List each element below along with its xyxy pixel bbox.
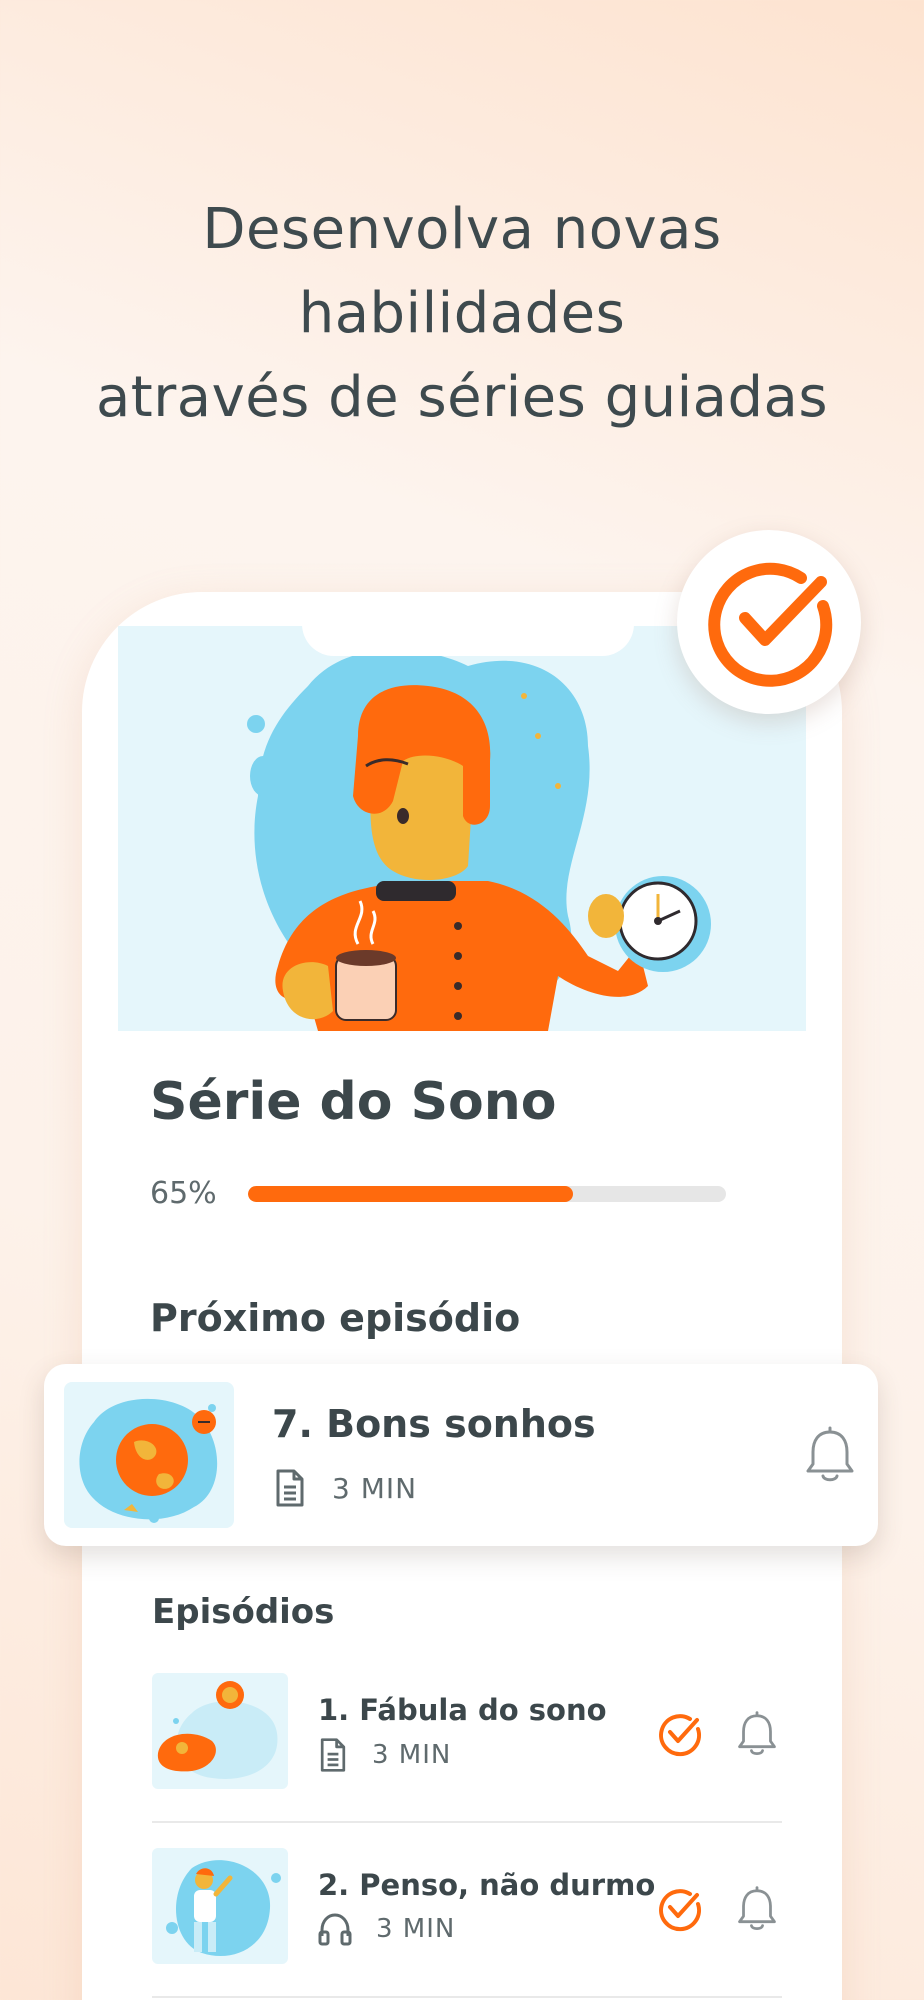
headline-line-2: habilidades [298,281,626,346]
headline-line-3: através de séries guiadas [95,365,829,430]
headline-line-1: Desenvolva novas [202,197,722,262]
episode-title: 2. Penso, não durmo [318,1868,656,1902]
bell-icon[interactable] [736,1711,778,1757]
bell-icon[interactable] [804,1426,856,1484]
list-item[interactable]: 2. Penso, não durmo 3 MIN [152,1848,782,2000]
headline: Desenvolva novas habilidades através de … [0,188,924,440]
progress-percent: 65% [150,1176,217,1211]
headphones-icon [318,1913,352,1946]
episode-meta: 3 MIN [318,1912,455,1946]
bell-icon[interactable] [736,1886,778,1932]
completed-badge [677,530,861,714]
episode-title: 1. Fábula do sono [318,1693,607,1727]
check-circle-icon [659,1714,702,1757]
next-episode-card[interactable]: 7. Bons sonhos 3 MIN [44,1364,878,1546]
next-episode-title: 7. Bons sonhos [272,1402,596,1446]
episode-duration: 3 MIN [372,1740,452,1770]
divider [152,1996,782,1998]
episode-thumbnail [152,1848,288,1964]
next-episode-label: Próximo episódio [150,1296,521,1340]
episodes-label: Episódios [152,1592,335,1632]
divider [152,1821,782,1823]
check-circle-icon [708,562,833,687]
document-icon [276,1469,304,1507]
next-episode-meta: 3 MIN [274,1468,417,1508]
progress-bar [248,1186,726,1202]
episode-thumbnail [152,1673,288,1789]
episode-meta: 3 MIN [318,1737,451,1773]
phone-notch [302,616,634,656]
check-circle-icon [659,1889,702,1932]
next-episode-duration: 3 MIN [332,1471,418,1505]
series-title: Série do Sono [150,1072,557,1132]
list-item[interactable]: 1. Fábula do sono 3 MIN [152,1673,782,1843]
next-episode-thumbnail [64,1382,234,1528]
episode-duration: 3 MIN [376,1914,456,1944]
document-icon [320,1738,346,1772]
progress-bar-fill [248,1186,574,1202]
